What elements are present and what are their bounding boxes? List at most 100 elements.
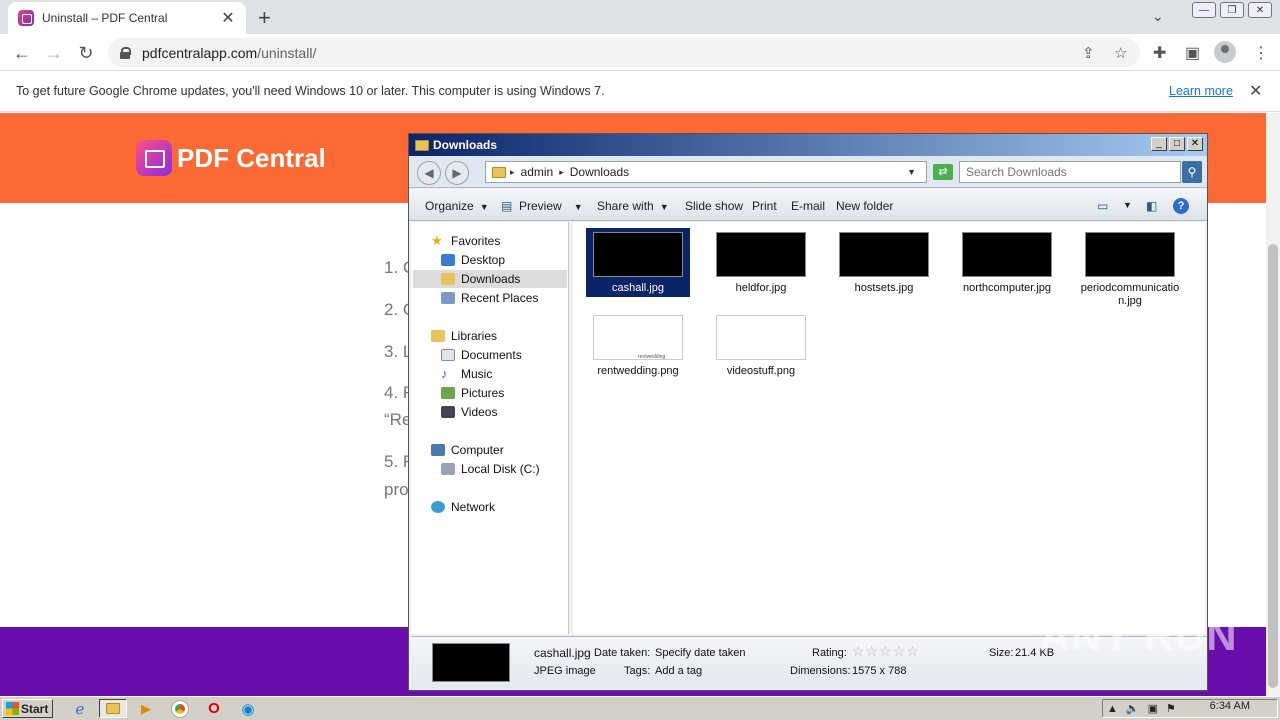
nav-computer-label: Computer xyxy=(451,443,504,457)
folder-icon xyxy=(415,139,429,151)
date-taken-value[interactable]: Specify date taken xyxy=(655,647,746,659)
breadcrumb-dropdown-icon[interactable]: ▼ xyxy=(907,167,916,177)
file-item[interactable]: cashall.jpg xyxy=(586,228,690,297)
rating-stars-icon[interactable]: ☆☆☆☆☆ xyxy=(852,643,920,660)
explorer-search-input[interactable] xyxy=(959,161,1181,183)
share-with-menu[interactable]: Share with ▼ xyxy=(597,199,669,213)
back-arrow-icon[interactable]: ← xyxy=(10,41,34,65)
extensions-puzzle-icon[interactable]: ✚ xyxy=(1153,43,1166,63)
file-item[interactable]: heldfor.jpg xyxy=(709,228,813,295)
flag-icon[interactable]: ⚑ xyxy=(1166,702,1176,715)
edge-icon[interactable]: ◉ xyxy=(234,699,262,718)
browser-toolbar: ← → ↻ pdfcentralapp.com/uninstall/ ⇪ ☆ ✚… xyxy=(0,34,1280,71)
volume-icon[interactable]: 🔈 xyxy=(1126,702,1140,715)
close-window-icon[interactable]: ✕ xyxy=(1248,2,1272,18)
taskbar-clock[interactable]: 6:34 AM xyxy=(1210,700,1250,712)
new-tab-icon[interactable]: + xyxy=(258,5,271,31)
address-bar[interactable]: pdfcentralapp.com/uninstall/ ⇪ ☆ xyxy=(108,38,1140,67)
tray-expand-icon[interactable]: ▲ xyxy=(1107,703,1118,715)
tab-search-chevron-icon[interactable]: ⌄ xyxy=(1152,8,1164,25)
nav-music[interactable]: ♪ Music xyxy=(441,365,492,383)
explorer-back-icon[interactable]: ◀ xyxy=(417,161,441,185)
pdf-central-logo-icon[interactable] xyxy=(136,140,172,176)
network-tray-icon[interactable]: ▣ xyxy=(1148,702,1158,715)
nav-network-label: Network xyxy=(451,500,496,514)
file-thumbnail xyxy=(716,315,806,360)
nav-videos[interactable]: Videos xyxy=(441,403,497,421)
opera-icon[interactable]: O xyxy=(200,699,228,718)
nav-libraries[interactable]: Libraries xyxy=(431,327,497,345)
restore-icon[interactable]: ❐ xyxy=(1220,2,1244,18)
nav-network[interactable]: Network xyxy=(431,498,495,516)
breadcrumb-admin[interactable]: admin xyxy=(521,165,554,179)
window-controls: — ❐ ✕ xyxy=(1192,2,1272,18)
ie-icon[interactable]: ℯ xyxy=(66,699,94,718)
computer-icon xyxy=(431,444,445,456)
email-button[interactable]: E-mail xyxy=(791,199,825,213)
date-taken-label: Date taken: xyxy=(594,647,651,659)
libraries-icon xyxy=(431,330,445,342)
media-player-icon[interactable]: ▶ xyxy=(132,699,160,718)
preview-menu[interactable]: Preview ▼ xyxy=(519,199,583,213)
explorer-maximize-icon[interactable]: □ xyxy=(1169,137,1185,151)
explorer-breadcrumb[interactable]: ▸ admin ▸ Downloads ▼ xyxy=(485,161,927,183)
share-icon[interactable]: ⇪ xyxy=(1082,44,1095,62)
tab-close-icon[interactable]: ✕ xyxy=(220,8,236,28)
side-panel-icon[interactable]: ▣ xyxy=(1185,43,1200,63)
nav-computer[interactable]: Computer xyxy=(431,441,504,459)
preview-pane-icon[interactable]: ◧ xyxy=(1146,199,1157,213)
nav-local-disk[interactable]: Local Disk (C:) xyxy=(441,460,540,478)
profile-avatar-icon[interactable] xyxy=(1214,41,1236,63)
dimensions-label: Dimensions: xyxy=(790,665,851,677)
file-item[interactable]: periodcommunication.jpg xyxy=(1078,228,1182,308)
explorer-close-icon[interactable]: ✕ xyxy=(1187,137,1203,151)
print-button[interactable]: Print xyxy=(752,199,777,213)
nav-favorites[interactable]: ★ Favorites xyxy=(431,232,500,250)
breadcrumb-arrow-icon[interactable]: ▸ xyxy=(510,167,515,178)
rating-label: Rating: xyxy=(812,647,847,659)
slide-show-button[interactable]: Slide show xyxy=(685,199,743,213)
nav-pictures[interactable]: Pictures xyxy=(441,384,504,402)
nav-downloads[interactable]: Downloads xyxy=(413,270,567,288)
breadcrumb-downloads[interactable]: Downloads xyxy=(570,165,629,179)
minimize-icon[interactable]: — xyxy=(1192,2,1216,18)
nav-desktop[interactable]: Desktop xyxy=(441,251,505,269)
nav-recent-places[interactable]: Recent Places xyxy=(441,289,538,307)
explorer-taskbar-icon[interactable] xyxy=(99,699,127,718)
share-with-label: Share with xyxy=(597,199,654,213)
forward-arrow-icon[interactable]: → xyxy=(42,41,66,65)
scroll-thumb[interactable] xyxy=(1268,244,1278,688)
file-thumbnail xyxy=(716,232,806,277)
view-caret-icon[interactable]: ▼ xyxy=(1123,200,1132,210)
windows-logo-icon xyxy=(6,702,19,715)
explorer-titlebar[interactable]: Downloads _ □ ✕ xyxy=(409,134,1207,156)
tags-value[interactable]: Add a tag xyxy=(655,665,702,677)
new-folder-button[interactable]: New folder xyxy=(836,199,893,213)
infobar-message: To get future Google Chrome updates, you… xyxy=(16,84,605,98)
view-options-icon[interactable]: ▭ xyxy=(1097,199,1108,213)
explorer-refresh-icon[interactable]: ⇄ xyxy=(933,164,953,180)
learn-more-link[interactable]: Learn more xyxy=(1169,84,1233,98)
organize-menu[interactable]: Organize ▼ xyxy=(425,199,489,213)
help-icon[interactable]: ? xyxy=(1173,198,1189,214)
page-scrollbar[interactable] xyxy=(1266,113,1280,698)
file-item[interactable]: videostuff.png xyxy=(709,311,813,378)
explorer-window-buttons: _ □ ✕ xyxy=(1151,137,1203,151)
infobar-close-icon[interactable]: ✕ xyxy=(1249,81,1262,101)
site-brand[interactable]: PDF Central xyxy=(177,143,326,174)
menu-kebab-icon[interactable]: ⋮ xyxy=(1253,43,1269,63)
explorer-forward-icon[interactable]: ▶ xyxy=(445,161,469,185)
explorer-minimize-icon[interactable]: _ xyxy=(1151,137,1167,151)
nav-documents[interactable]: Documents xyxy=(441,346,522,364)
tab-uninstall[interactable]: Uninstall – PDF Central ✕ xyxy=(8,2,246,34)
start-button[interactable]: Start xyxy=(2,699,53,718)
bookmark-star-icon[interactable]: ☆ xyxy=(1114,44,1127,62)
search-icon[interactable]: ⚲ xyxy=(1182,161,1202,183)
file-item[interactable]: hostsets.jpg xyxy=(832,228,936,295)
breadcrumb-arrow-icon[interactable]: ▸ xyxy=(559,167,564,178)
chrome-icon[interactable] xyxy=(166,699,194,718)
reload-icon[interactable]: ↻ xyxy=(74,41,98,65)
file-item[interactable]: rentwedding rentwedding.png xyxy=(586,311,690,378)
lock-icon[interactable] xyxy=(120,46,131,59)
file-item[interactable]: northcomputer.jpg xyxy=(955,228,1059,295)
